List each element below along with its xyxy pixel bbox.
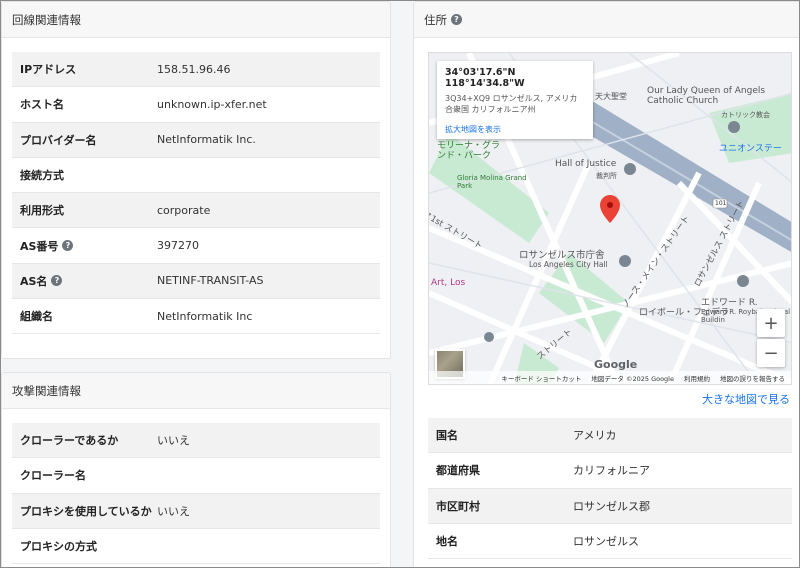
question-circle-icon[interactable]: ? [62, 240, 74, 252]
table-row: クローラー名 [12, 458, 380, 494]
map-label: ロサンゼルス市庁舎 [519, 250, 605, 261]
row-label: 市区町村 [436, 499, 480, 513]
row-value: いいえ [157, 504, 190, 518]
map-label: Hall of Justice [555, 159, 617, 169]
zoom-in-button[interactable]: + [757, 309, 785, 337]
row-label: プロバイダー名 [20, 133, 97, 147]
map-footer: キーボード ショートカット 地図データ ©2025 Google 利用規約 地図… [429, 371, 791, 384]
row-label: 都道府県 [436, 464, 480, 478]
row-value: いいえ [157, 434, 190, 448]
row-label: 国名 [436, 429, 458, 443]
map-label: カトリック教会 [721, 111, 770, 119]
table-row: AS番号? 397270 [12, 228, 380, 264]
row-label: クローラー名 [20, 469, 86, 483]
table-row: 組織名 NetInformatik Inc [12, 299, 380, 335]
map-coordinates: 34°03'17.6"N 118°14'34.8"W [445, 67, 525, 89]
keyboard-shortcuts-link[interactable]: キーボード ショートカット [501, 373, 581, 383]
map-label: 裁判所 [596, 172, 617, 180]
terms-link[interactable]: 利用規約 [684, 373, 710, 383]
row-label: 接続方式 [20, 169, 64, 183]
row-value: NetInformatik Inc. [157, 133, 256, 147]
map-address: 3Q34+XQ9 ロサンゼルス, アメリカ合衆国 カリフォルニア州 [445, 94, 578, 114]
table-row: IPアドレス 158.51.96.46 [12, 52, 380, 88]
row-label: プロキシを使用しているか [20, 504, 152, 518]
line-info-title: 回線関連情報 [2, 2, 390, 38]
row-label: プロキシの方式 [20, 540, 97, 554]
map-label: モリーナ・グランド・パーク [437, 141, 501, 162]
row-value: NETINF-TRANSIT-AS [157, 274, 264, 288]
map-label: Art, Los [431, 278, 466, 288]
row-label: AS番号 [20, 239, 59, 253]
address-table: 国名 アメリカ 都道府県 カリフォルニア 市区町村 ロサンゼルス郡 地名 ロサンゼルス [428, 418, 792, 560]
table-row: クローラーであるか いいえ [12, 423, 380, 459]
map-data-label: 地図データ ©2025 Google [591, 374, 674, 383]
table-row: 地名 ロサンゼルス [428, 523, 792, 560]
row-value: NetInformatik Inc [157, 309, 253, 323]
row-value: アメリカ [573, 429, 617, 443]
table-row: AS名? NETINF-TRANSIT-AS [12, 263, 380, 300]
row-label: クローラーであるか [20, 434, 119, 448]
row-value: unknown.ip-xfer.net [157, 97, 267, 111]
question-circle-icon[interactable]: ? [51, 275, 63, 287]
map[interactable]: 天大聖堂 Our Lady Queen of Angels Catholic C… [428, 52, 792, 385]
table-row: プロキシの方式 [12, 528, 380, 565]
row-label: IPアドレス [20, 63, 77, 77]
question-circle-icon[interactable]: ? [451, 14, 462, 25]
row-value: カリフォルニア [573, 464, 650, 478]
zoom-out-button[interactable]: − [757, 339, 785, 367]
line-info-table: IPアドレス 158.51.96.46 ホスト名 unknown.ip-xfer.n… [12, 52, 380, 335]
page: 回線関連情報 IPアドレス 158.51.96.46 ホスト名 unknown.ip… [0, 0, 800, 568]
row-label: 利用形式 [20, 204, 64, 218]
table-row: ホスト名 unknown.ip-xfer.net [12, 87, 380, 123]
map-label: Gloria Molina Grand Park [457, 174, 527, 190]
row-label: AS名 [20, 274, 48, 288]
row-value: ロサンゼルス郡 [573, 499, 650, 513]
attack-info-card: 攻撃関連情報 クローラーであるか いいえ クローラー名 プロキシを使用しているかい… [1, 372, 391, 567]
row-value: 158.51.96.46 [157, 62, 231, 76]
row-label: ホスト名 [20, 98, 64, 112]
row-label: 組織名 [20, 310, 53, 324]
enlarge-map-link[interactable]: 拡大地図を表示 [445, 124, 585, 135]
table-row: 利用形式 corporate [12, 193, 380, 229]
row-value: ロサンゼルス [573, 535, 639, 549]
table-row: プロバイダー名 NetInformatik Inc. [12, 122, 380, 158]
map-label: Our Lady Queen of Angels Catholic Church [647, 86, 766, 106]
table-row: プロキシを使用しているか いいえ [12, 493, 380, 529]
table-row: 接続方式 [12, 157, 380, 194]
line-info-card: 回線関連情報 IPアドレス 158.51.96.46 ホスト名 unknown.ip… [1, 1, 391, 359]
report-error-link[interactable]: 地図の誤りを報告する [720, 373, 785, 383]
google-logo: Google [594, 358, 638, 371]
map-info-window: 34°03'17.6"N 118°14'34.8"W 3Q34+XQ9 ロサンゼ… [437, 61, 593, 139]
attack-info-title: 攻撃関連情報 [2, 373, 390, 409]
row-value: 397270 [157, 239, 199, 253]
map-label: ユニオンステー [719, 144, 782, 154]
map-label: 101 [715, 200, 727, 207]
map-label: ロイボール・フェデラ [639, 308, 730, 318]
attack-info-table: クローラーであるか いいえ クローラー名 プロキシを使用しているか いいえ プロキシ… [12, 423, 380, 565]
map-label: Los Angeles City Hall [529, 260, 608, 269]
table-row: 都道府県 カリフォルニア [428, 453, 792, 489]
table-row: 国名 アメリカ [428, 418, 792, 454]
address-title: 住所 [424, 12, 447, 27]
view-larger-map-link[interactable]: 大きな地図で見る [702, 391, 790, 407]
table-row: 市区町村 ロサンゼルス郡 [428, 488, 792, 524]
row-value: corporate [157, 203, 211, 217]
row-label: 地名 [436, 535, 458, 549]
map-label: 天大聖堂 [595, 92, 627, 101]
address-header: 住所 ? [414, 2, 799, 38]
